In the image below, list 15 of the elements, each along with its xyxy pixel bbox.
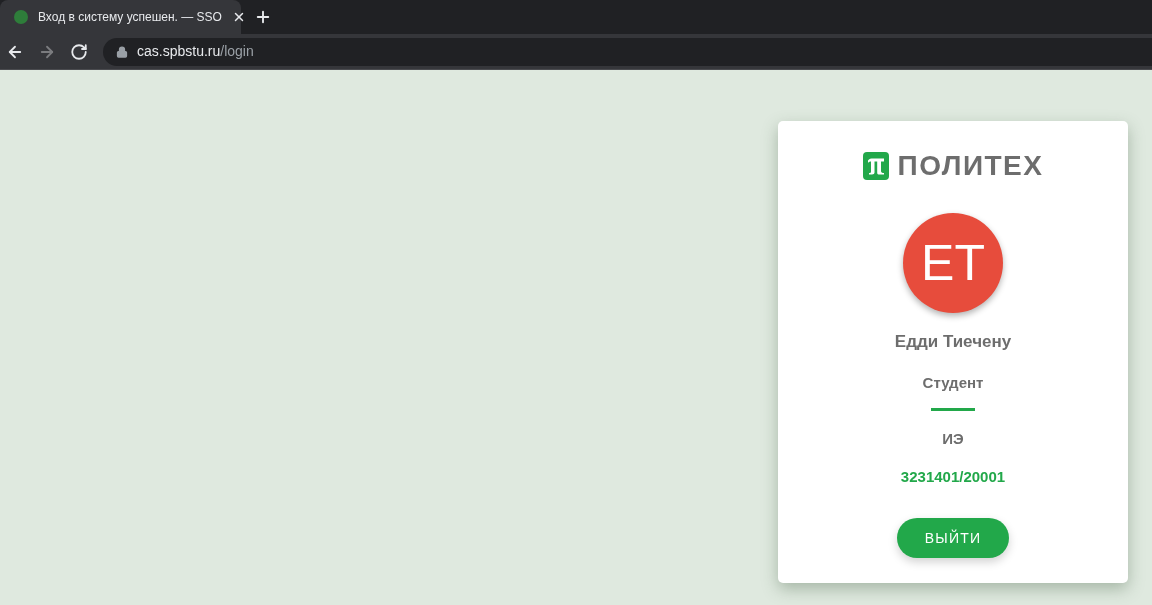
department-text: ИЭ: [942, 429, 964, 449]
url-text: cas.spbstu.ru/login: [137, 42, 254, 61]
logo-icon: [862, 152, 889, 180]
address-bar[interactable]: cas.spbstu.ru/login: [103, 37, 1152, 66]
logo-text: ПОЛИТЕХ: [897, 152, 1044, 180]
user-name: Едди Тиечену: [894, 331, 1012, 353]
avatar-initials: ET: [921, 238, 985, 288]
tab-title: Вход в систему успешен. — SSO: [38, 9, 222, 26]
favicon-icon: [14, 10, 28, 24]
plus-icon: [254, 8, 272, 26]
browser-tab[interactable]: Вход в систему успешен. — SSO: [0, 0, 241, 34]
reload-icon: [70, 42, 88, 61]
user-role: Студент: [922, 373, 984, 393]
group-number: 3231401/20001: [900, 467, 1006, 487]
lock-icon: [116, 45, 128, 58]
